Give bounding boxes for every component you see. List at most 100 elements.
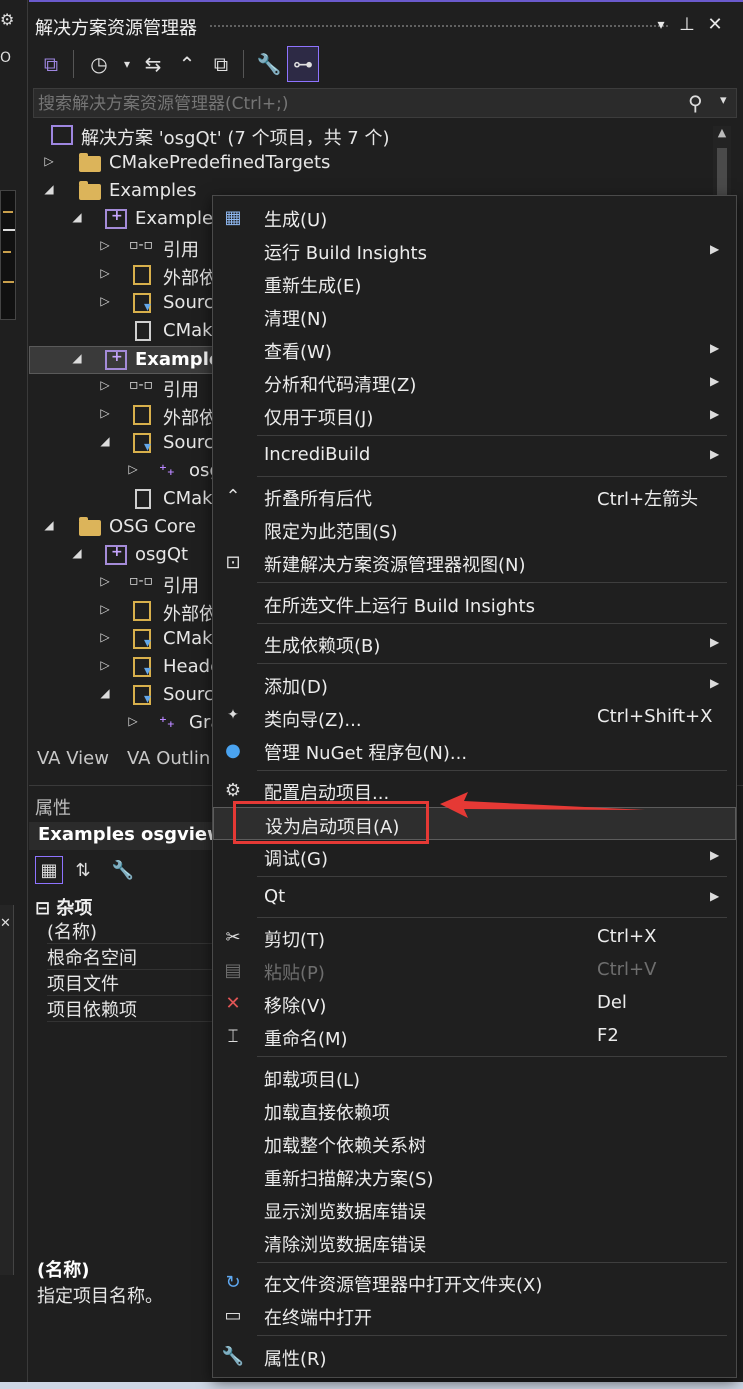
menu-item-view[interactable]: 查看(W) ▶ — [213, 333, 736, 366]
menu-item-scope-to-this[interactable]: 限定为此范围(S) — [213, 513, 736, 546]
tree-item-solution[interactable]: 解决方案 'osgQt' (7 个项目，共 7 个) — [29, 122, 719, 150]
alphabetical-icon[interactable]: ⇅ — [69, 856, 97, 884]
property-category[interactable]: ⊟ 杂项 — [35, 894, 92, 920]
menu-item-show-db-errors[interactable]: 显示浏览数据库错误 — [213, 1193, 736, 1226]
expand-icon[interactable]: ▷ — [41, 154, 57, 168]
menu-item-run-build-insights[interactable]: 运行 Build Insights ▶ — [213, 234, 736, 267]
panel-title: 解决方案资源管理器 — [35, 18, 197, 39]
menu-item-rebuild[interactable]: 重新生成(E) — [213, 267, 736, 300]
menu-item-build-dependencies[interactable]: 生成依赖项(B) ▶ — [213, 627, 736, 660]
tree-item[interactable]: ▷ CMakePredefinedTargets — [29, 150, 719, 178]
menu-item-shortcut: F2 — [597, 1025, 619, 1046]
close-icon[interactable]: ✕ — [704, 14, 726, 35]
categorized-icon[interactable]: ▦ — [35, 856, 63, 884]
menu-item-clean[interactable]: 清理(N) — [213, 300, 736, 333]
expand-icon[interactable]: ▷ — [97, 406, 113, 420]
menu-item-build-insights-selected[interactable]: 在所选文件上运行 Build Insights — [213, 587, 736, 620]
menu-item-remove[interactable]: ✕ 移除(V) Del — [213, 987, 736, 1020]
tree-item-label: Examples — [135, 208, 223, 229]
expand-icon[interactable]: ▷ — [125, 462, 141, 476]
sync-icon[interactable]: ⇆ — [137, 46, 169, 82]
expand-icon[interactable]: ▷ — [97, 602, 113, 616]
menu-item-load-dep-tree[interactable]: 加载整个依赖关系树 — [213, 1127, 736, 1160]
menu-item-cut[interactable]: ✂ 剪切(T) Ctrl+X — [213, 921, 736, 954]
menu-item-debug[interactable]: 调试(G) ▶ — [213, 840, 736, 873]
expand-icon[interactable]: ▷ — [97, 238, 113, 252]
collapse-icon[interactable]: ◢ — [69, 546, 85, 560]
filter-folder-icon — [133, 433, 151, 455]
menu-item-shortcut: Del — [597, 992, 627, 1013]
menu-item-load-direct-deps[interactable]: 加载直接依赖项 — [213, 1094, 736, 1127]
tab-va-outline[interactable]: VA Outlin — [127, 748, 210, 769]
menu-item-project-only[interactable]: 仅用于项目(J) ▶ — [213, 399, 736, 432]
menu-item-new-view[interactable]: ⊡ 新建解决方案资源管理器视图(N) — [213, 546, 736, 579]
menu-item-paste[interactable]: ▤ 粘贴(P) Ctrl+V — [213, 954, 736, 987]
collapse-all-icon[interactable]: ⌃ — [171, 46, 203, 82]
object-selector[interactable]: Examples osgviewe — [29, 822, 236, 850]
show-all-files-icon[interactable]: ⧉ — [205, 46, 237, 82]
tree-item-label: CMakePredefinedTargets — [109, 152, 331, 173]
toolbar-separator — [243, 50, 244, 78]
references-icon: ▫-▫ — [129, 237, 154, 253]
search-box[interactable]: ⚲ ▾ — [33, 88, 737, 118]
wrench-icon[interactable]: 🔧 — [253, 46, 285, 82]
pin-icon[interactable]: ⊥ — [676, 14, 698, 35]
expand-icon[interactable]: ▷ — [97, 658, 113, 672]
property-row[interactable]: 根命名空间 — [47, 944, 227, 970]
expand-icon[interactable]: ▷ — [97, 630, 113, 644]
tree-item-label: Example — [135, 349, 222, 370]
property-row[interactable]: 项目文件 — [47, 970, 227, 996]
collapse-icon[interactable]: ◢ — [69, 351, 85, 365]
menu-item-class-wizard[interactable]: ✦ 类向导(Z)... Ctrl+Shift+X — [213, 701, 736, 734]
expand-icon[interactable]: ▷ — [97, 574, 113, 588]
menu-item-open-in-explorer[interactable]: ↻ 在文件资源管理器中打开文件夹(X) — [213, 1266, 736, 1299]
menu-item-rename[interactable]: ⌶ 重命名(M) F2 — [213, 1020, 736, 1053]
property-row[interactable]: 项目依赖项 — [47, 996, 227, 1022]
menu-item-unload-project[interactable]: 卸载项目(L) — [213, 1061, 736, 1094]
menu-item-rescan-solution[interactable]: 重新扫描解决方案(S) — [213, 1160, 736, 1193]
chevron-down-icon[interactable]: ▾ — [720, 93, 727, 108]
collapse-icon[interactable]: ◢ — [97, 686, 113, 700]
menu-separator — [257, 1335, 727, 1336]
expand-icon[interactable]: ▷ — [97, 378, 113, 392]
expand-icon[interactable]: ▷ — [97, 294, 113, 308]
gear-icon[interactable]: ⚙ — [0, 10, 16, 30]
title-grip[interactable] — [209, 24, 669, 28]
search-icon[interactable]: ⚲ — [688, 91, 703, 115]
collapse-icon[interactable]: ◢ — [41, 518, 57, 532]
property-pages-icon[interactable]: 🔧 — [109, 856, 137, 884]
expand-icon[interactable]: ▷ — [97, 266, 113, 280]
close-icon[interactable]: ✕ — [0, 916, 11, 931]
object-selector-label: Examples osgviewe — [38, 824, 236, 845]
collapse-box-icon[interactable]: ⊟ — [35, 898, 56, 919]
editor-minimap — [0, 190, 16, 320]
submenu-arrow-icon: ▶ — [710, 407, 720, 421]
expand-icon[interactable]: ▷ — [125, 714, 141, 728]
preview-selected-icon[interactable]: ⊶ — [287, 46, 319, 82]
menu-item-open-in-terminal[interactable]: ▭ 在终端中打开 — [213, 1299, 736, 1332]
collapse-icon[interactable]: ◢ — [97, 434, 113, 448]
menu-item-properties[interactable]: 🔧 属性(R) — [213, 1340, 736, 1373]
folder-icon — [79, 153, 101, 172]
menu-item-qt[interactable]: Qt ▶ — [213, 881, 736, 914]
window-position-dropdown[interactable]: ▾ — [650, 17, 672, 33]
tab-va-view[interactable]: VA View — [37, 748, 109, 769]
menu-item-clear-db-errors[interactable]: 清除浏览数据库错误 — [213, 1226, 736, 1259]
solution-toolbar: ⧉ ◷ ▾ ⇆ ⌃ ⧉ 🔧 ⊶ — [29, 46, 743, 86]
vs-solution-icon[interactable]: ⧉ — [35, 46, 67, 82]
property-row[interactable]: (名称) — [47, 918, 227, 944]
menu-item-build[interactable]: ▦ 生成(U) — [213, 201, 736, 234]
tree-item-label: 引用 — [163, 380, 199, 401]
menu-item-add[interactable]: 添加(D) ▶ — [213, 668, 736, 701]
collapse-icon[interactable]: ◢ — [41, 182, 57, 196]
folder-icon — [79, 181, 101, 200]
menu-item-incredibuild[interactable]: IncrediBuild ▶ — [213, 439, 736, 472]
scroll-up-icon[interactable]: ▲ — [713, 126, 731, 139]
menu-item-label: 显示浏览数据库错误 — [264, 1202, 426, 1223]
menu-item-analyze[interactable]: 分析和代码清理(Z) ▶ — [213, 366, 736, 399]
search-input[interactable] — [38, 93, 658, 115]
menu-item-collapse-all[interactable]: ⌃ 折叠所有后代 Ctrl+左箭头 — [213, 480, 736, 513]
collapse-icon[interactable]: ◢ — [69, 210, 85, 224]
folder-icon — [79, 517, 101, 536]
menu-item-manage-nuget[interactable]: ● 管理 NuGet 程序包(N)... — [213, 734, 736, 767]
